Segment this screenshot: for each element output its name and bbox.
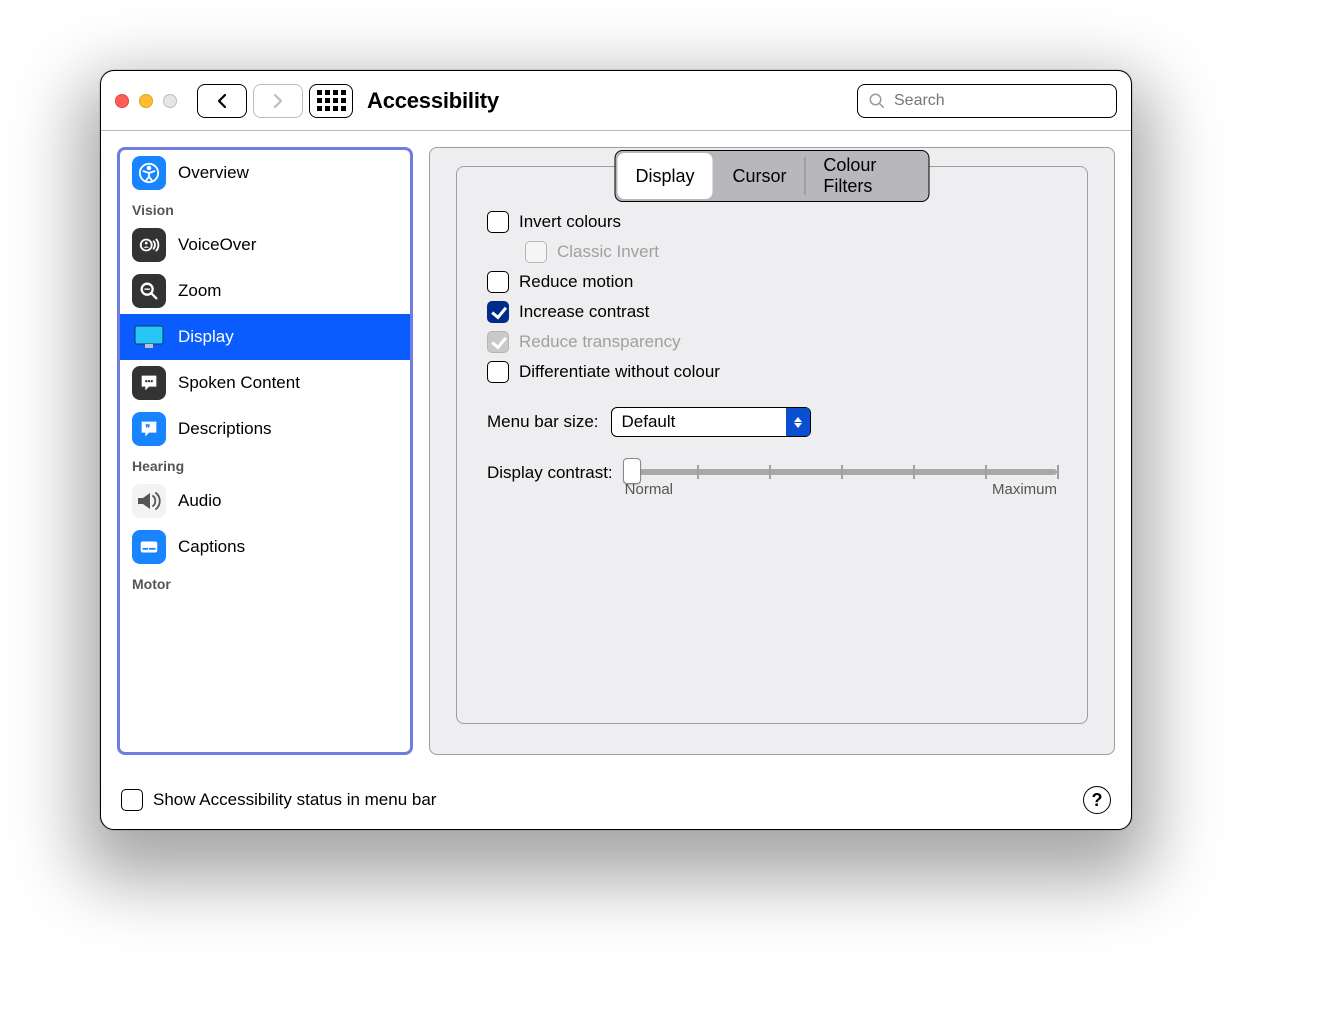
display-icon [132,320,166,354]
checkbox-invert-colours[interactable] [487,211,509,233]
checkbox-reduce-transparency [487,331,509,353]
sidebar-item-captions[interactable]: Captions [120,524,410,570]
sidebar-item-label: Zoom [178,281,221,301]
row-reduce-transparency: Reduce transparency [487,327,1057,357]
panel-box: Display Cursor Colour Filters Invert col… [456,166,1088,724]
checkbox-reduce-motion[interactable] [487,271,509,293]
slider-display-contrast[interactable]: Normal Maximum [625,461,1057,498]
select-stepper-icon [786,408,810,436]
body: Overview Vision VoiceOver Zoom Displa [101,131,1131,771]
sidebar-section-motor: Motor [120,570,410,596]
help-icon: ? [1092,790,1103,811]
sidebar-item-label: VoiceOver [178,235,256,255]
row-invert-colours: Invert colours [487,207,1057,237]
label-classic-invert: Classic Invert [557,242,659,262]
accessibility-icon [132,156,166,190]
search-icon [868,92,886,110]
row-menu-bar-size: Menu bar size: Default [487,407,1057,437]
voiceover-icon [132,228,166,262]
spoken-content-icon [132,366,166,400]
show-all-button[interactable] [309,84,353,118]
tab-display[interactable]: Display [618,153,713,199]
sidebar-item-audio[interactable]: Audio [120,478,410,524]
label-menu-bar-size: Menu bar size: [487,412,599,432]
row-increase-contrast: Increase contrast [487,297,1057,327]
row-classic-invert: Classic Invert [487,237,1057,267]
sidebar-item-label: Audio [178,491,221,511]
label-show-status: Show Accessibility status in menu bar [153,790,436,810]
sidebar-section-vision: Vision [120,196,410,222]
audio-icon [132,484,166,518]
checkbox-classic-invert [525,241,547,263]
search-input[interactable] [894,92,1106,110]
sidebar-item-voiceover[interactable]: VoiceOver [120,222,410,268]
checkbox-differentiate[interactable] [487,361,509,383]
forward-button[interactable] [253,84,303,118]
sidebar-section-hearing: Hearing [120,452,410,478]
row-display-contrast: Display contrast: [487,461,1057,498]
label-differentiate: Differentiate without colour [519,362,720,382]
back-button[interactable] [197,84,247,118]
grid-icon [317,90,346,111]
sidebar-item-label: Spoken Content [178,373,300,393]
sidebar-item-display[interactable]: Display [120,314,410,360]
page-title: Accessibility [367,88,499,114]
sidebar-item-label: Overview [178,163,249,183]
toolbar: Accessibility [101,71,1131,131]
zoom-icon [132,274,166,308]
chevron-right-icon [272,93,284,109]
zoom-window-button[interactable] [163,94,177,108]
label-display-contrast: Display contrast: [487,461,613,483]
slider-thumb[interactable] [623,458,641,484]
checkbox-increase-contrast[interactable] [487,301,509,323]
select-menu-bar-size[interactable]: Default [611,407,811,437]
sidebar-item-overview[interactable]: Overview [120,150,410,196]
help-button[interactable]: ? [1083,786,1111,814]
chevron-left-icon [216,93,228,109]
label-increase-contrast: Increase contrast [519,302,649,322]
select-value: Default [622,412,676,432]
window: Accessibility Overview Vision VoiceOver [100,70,1132,830]
label-invert-colours: Invert colours [519,212,621,232]
sidebar-item-spoken-content[interactable]: Spoken Content [120,360,410,406]
tab-colour-filters[interactable]: Colour Filters [805,151,928,201]
sidebar[interactable]: Overview Vision VoiceOver Zoom Displa [117,147,413,755]
row-differentiate: Differentiate without colour [487,357,1057,387]
close-window-button[interactable] [115,94,129,108]
sidebar-item-label: Descriptions [178,419,272,439]
nav-buttons [197,84,303,118]
minimize-window-button[interactable] [139,94,153,108]
checkbox-show-status[interactable] [121,789,143,811]
tab-bar: Display Cursor Colour Filters [615,150,930,202]
slider-max-label: Maximum [992,481,1057,498]
label-reduce-transparency: Reduce transparency [519,332,681,352]
sidebar-item-descriptions[interactable]: ❞ Descriptions [120,406,410,452]
search-field[interactable] [857,84,1117,118]
tab-cursor[interactable]: Cursor [715,151,805,201]
row-reduce-motion: Reduce motion [487,267,1057,297]
label-reduce-motion: Reduce motion [519,272,633,292]
svg-text:❞: ❞ [145,423,150,433]
window-controls [115,94,177,108]
sidebar-item-label: Display [178,327,234,347]
captions-icon [132,530,166,564]
sidebar-item-zoom[interactable]: Zoom [120,268,410,314]
footer: Show Accessibility status in menu bar ? [101,771,1131,829]
main-panel: Display Cursor Colour Filters Invert col… [429,147,1115,755]
descriptions-icon: ❞ [132,412,166,446]
sidebar-item-label: Captions [178,537,245,557]
